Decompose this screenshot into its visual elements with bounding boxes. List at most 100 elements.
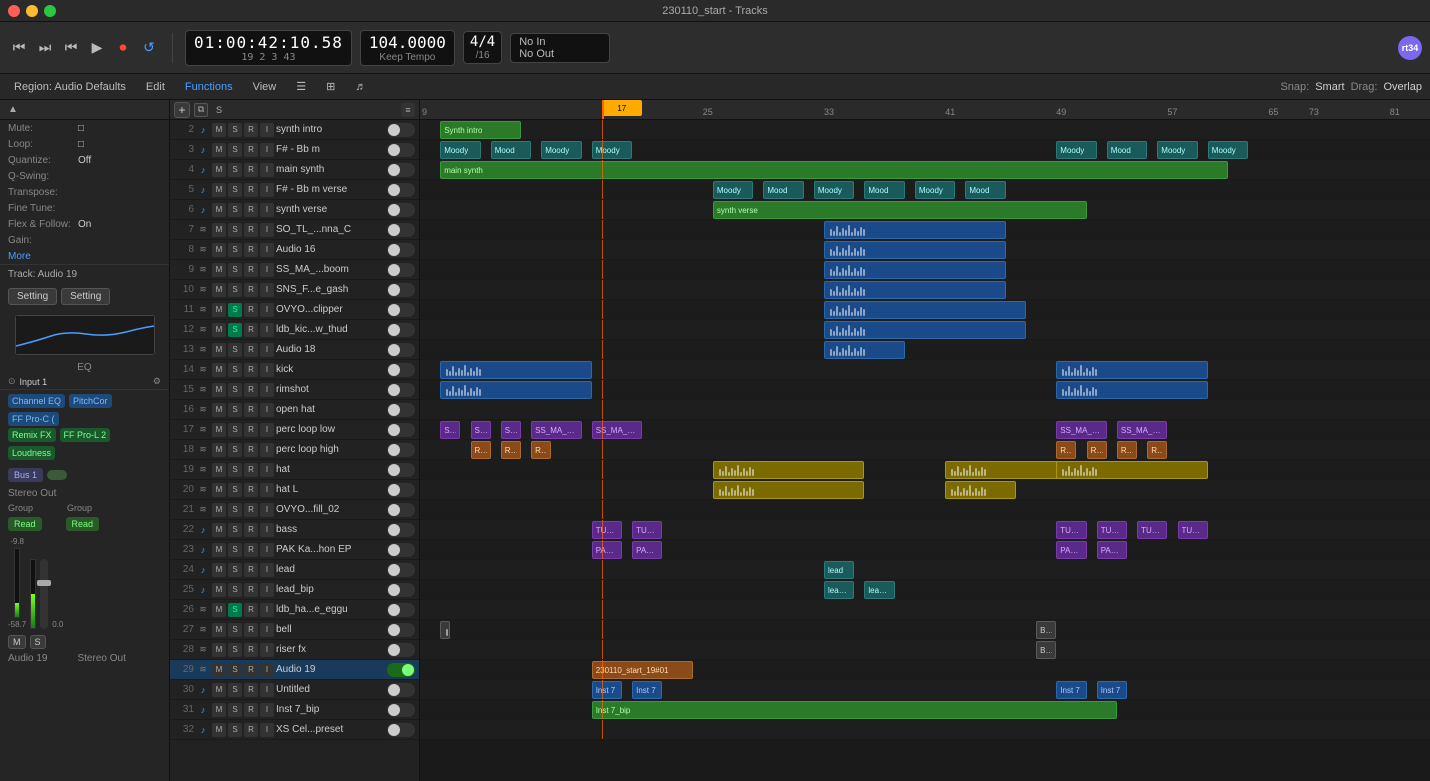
track-enable-toggle[interactable]: [387, 543, 415, 557]
solo-button[interactable]: S: [228, 143, 242, 157]
minimize-button[interactable]: [26, 5, 38, 17]
record-arm-button[interactable]: R: [244, 583, 258, 597]
clip[interactable]: Moody: [1056, 141, 1096, 159]
grid-view-button[interactable]: ⊞: [320, 77, 341, 97]
input-monitor-button[interactable]: I: [260, 683, 274, 697]
clip[interactable]: SS_MA: [471, 421, 491, 439]
mute-button[interactable]: M: [212, 263, 226, 277]
solo-button[interactable]: S: [228, 443, 242, 457]
record-arm-button[interactable]: R: [244, 223, 258, 237]
mute-button[interactable]: M: [212, 423, 226, 437]
track-enable-toggle[interactable]: [387, 563, 415, 577]
volume-fader[interactable]: [40, 559, 48, 629]
track-item[interactable]: 16≋MSRIopen hat: [170, 400, 419, 420]
time-signature-display[interactable]: 4/4 /16: [463, 31, 502, 64]
input-monitor-button[interactable]: I: [260, 723, 274, 737]
track-enable-toggle[interactable]: [387, 183, 415, 197]
input-monitor-button[interactable]: I: [260, 403, 274, 417]
track-lane[interactable]: [420, 400, 1430, 420]
input-label[interactable]: Input 1: [20, 377, 48, 387]
clip[interactable]: [824, 221, 1006, 239]
clip[interactable]: PAK Karin: [1097, 541, 1127, 559]
track-enable-toggle[interactable]: [387, 383, 415, 397]
input-monitor-button[interactable]: I: [260, 423, 274, 437]
solo-button[interactable]: S: [228, 583, 242, 597]
track-item[interactable]: 29≋MSRIAudio 19: [170, 660, 419, 680]
track-lane[interactable]: lead: [420, 560, 1430, 580]
track-item[interactable]: 5♪MSRIF# - Bb m verse: [170, 180, 419, 200]
clip[interactable]: Moody: [1208, 141, 1248, 159]
track-enable-toggle[interactable]: [387, 463, 415, 477]
mute-button[interactable]: M: [212, 403, 226, 417]
mute-button[interactable]: M: [212, 223, 226, 237]
record-arm-button[interactable]: R: [244, 463, 258, 477]
maximize-button[interactable]: [44, 5, 56, 17]
record-arm-button[interactable]: R: [244, 523, 258, 537]
clip[interactable]: Inst 7: [1097, 681, 1127, 699]
record-arm-button[interactable]: R: [244, 283, 258, 297]
tempo-display[interactable]: 104.0000 Keep Tempo: [360, 30, 455, 66]
remix-fx-button[interactable]: Remix FX: [8, 428, 56, 442]
clip[interactable]: BOS_I: [1036, 621, 1056, 639]
track-lane[interactable]: main synth: [420, 160, 1430, 180]
clip[interactable]: Inst 7_bip: [592, 701, 1117, 719]
close-button[interactable]: [8, 5, 20, 17]
mute-button[interactable]: M: [212, 683, 226, 697]
record-arm-button[interactable]: R: [244, 703, 258, 717]
list-view-button[interactable]: ☰: [290, 77, 312, 97]
solo-button[interactable]: S: [228, 723, 242, 737]
mute-button[interactable]: M: [212, 583, 226, 597]
clip[interactable]: SS_MA: [501, 421, 521, 439]
track-enable-toggle[interactable]: [387, 723, 415, 737]
clip[interactable]: [824, 261, 1006, 279]
mute-button[interactable]: M: [212, 483, 226, 497]
record-arm-button[interactable]: R: [244, 163, 258, 177]
clip[interactable]: SS_MA_100_perc: [531, 421, 582, 439]
record-arm-button[interactable]: R: [244, 263, 258, 277]
ff-pro-l2-button[interactable]: FF Pro-L 2: [60, 428, 111, 442]
clip[interactable]: Inst 7: [592, 681, 622, 699]
solo-button[interactable]: S: [228, 643, 242, 657]
track-lane[interactable]: 230110_start_19#01: [420, 660, 1430, 680]
record-arm-button[interactable]: R: [244, 343, 258, 357]
loudness-button[interactable]: Loudness: [8, 446, 55, 460]
clip[interactable]: RARE_RT: [1087, 441, 1107, 459]
io-display[interactable]: No In No Out: [510, 33, 610, 63]
solo-button[interactable]: S: [228, 163, 242, 177]
input-monitor-button[interactable]: I: [260, 183, 274, 197]
mute-button[interactable]: M: [212, 603, 226, 617]
track-lane[interactable]: [420, 320, 1430, 340]
clip[interactable]: Moody: [592, 141, 632, 159]
record-arm-button[interactable]: R: [244, 143, 258, 157]
input-monitor-button[interactable]: I: [260, 383, 274, 397]
track-lane[interactable]: Inst 7Inst 7Inst 7Inst 7: [420, 680, 1430, 700]
mute-button[interactable]: M: [212, 243, 226, 257]
ff-pro-c-button[interactable]: FF Pro-C (: [8, 412, 59, 426]
track-item[interactable]: 21≋MSRIOVYO...fill_02: [170, 500, 419, 520]
track-lane[interactable]: [420, 220, 1430, 240]
input-monitor-button[interactable]: I: [260, 583, 274, 597]
input-monitor-button[interactable]: I: [260, 463, 274, 477]
track-lane[interactable]: lead_biplead_bip: [420, 580, 1430, 600]
mute-button[interactable]: M: [212, 463, 226, 477]
clip[interactable]: [824, 341, 905, 359]
record-arm-button[interactable]: R: [244, 363, 258, 377]
setting-button-1[interactable]: Setting: [8, 288, 57, 305]
goto-start-button[interactable]: ⏮: [60, 39, 82, 57]
track-item[interactable]: 9≋MSRISS_MA_...boom: [170, 260, 419, 280]
solo-button[interactable]: S: [228, 603, 242, 617]
solo-button[interactable]: S: [228, 263, 242, 277]
track-enable-toggle[interactable]: [387, 303, 415, 317]
track-lane[interactable]: RARE_RRARE_RTRARE_RT4RARE_RT4RARE_RTRARE…: [420, 440, 1430, 460]
clip[interactable]: Inst 7: [632, 681, 662, 699]
track-item[interactable]: 6♪MSRIsynth verse: [170, 200, 419, 220]
track-lane[interactable]: [420, 240, 1430, 260]
input-monitor-button[interactable]: I: [260, 703, 274, 717]
mute-button[interactable]: M: [212, 563, 226, 577]
record-arm-button[interactable]: R: [244, 663, 258, 677]
track-enable-toggle[interactable]: [387, 323, 415, 337]
record-arm-button[interactable]: R: [244, 303, 258, 317]
clip[interactable]: [1056, 381, 1208, 399]
mute-button[interactable]: M: [212, 163, 226, 177]
solo-button[interactable]: S: [228, 403, 242, 417]
